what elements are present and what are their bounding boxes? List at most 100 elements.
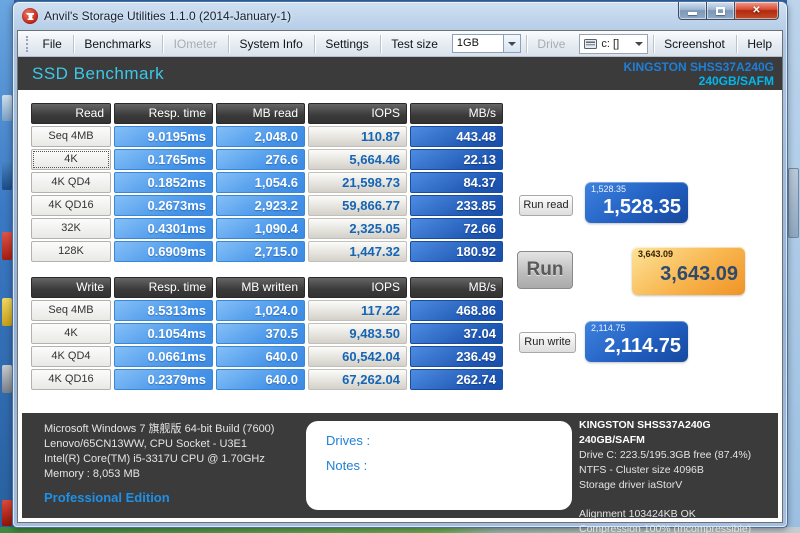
app-icon: [22, 8, 38, 24]
run-read-button[interactable]: Run read: [519, 195, 573, 216]
menu-settings[interactable]: Settings: [315, 32, 378, 56]
close-icon: ✕: [752, 5, 761, 16]
device-name: KINGSTON SHSS37A240G 240GB/SAFM: [624, 60, 775, 88]
device-model: KINGSTON SHSS37A240G: [623, 59, 775, 74]
menu-separator: [162, 34, 163, 53]
read-mb-cell: 1,090.4: [216, 218, 305, 239]
read-mbs-cell: 22.13: [410, 149, 503, 170]
minimize-icon: [688, 12, 697, 15]
mbs-col-header: MB/s: [410, 277, 503, 298]
read-resp-cell: 9.0195ms: [114, 126, 213, 147]
menu-help[interactable]: Help: [737, 32, 782, 56]
system-info-block: Microsoft Windows 7 旗舰版 64-bit Build (76…: [44, 422, 274, 482]
read-resp-cell: 0.1852ms: [114, 172, 213, 193]
background-window-fragment: [788, 168, 799, 238]
test-size-combo[interactable]: 1GB: [451, 34, 521, 53]
device-capacity: 240GB/SAFM: [698, 73, 774, 88]
menu-file[interactable]: File: [33, 32, 72, 56]
write-mbs-cell: 236.49: [410, 346, 503, 367]
write-row-label[interactable]: 4K QD4: [31, 346, 111, 367]
run-write-button[interactable]: Run write: [519, 332, 576, 353]
total-score-large: 3,643.09: [660, 263, 738, 285]
read-iops-cell: 21,598.73: [308, 172, 407, 193]
desktop-icon: [2, 298, 12, 326]
benchmark-header: SSD Benchmark KINGSTON SHSS37A240G 240GB…: [18, 57, 782, 90]
system-info-line: Intel(R) Core(TM) i5-3317U CPU @ 1.70GHz: [44, 453, 265, 465]
write-mb-cell: 370.5: [216, 323, 305, 344]
compression-line: Compression 100% (Incompressible): [579, 523, 752, 533]
drive-select[interactable]: c: []: [579, 33, 648, 54]
menu-screenshot[interactable]: Screenshot: [654, 32, 735, 56]
test-size-dropdown-button[interactable]: [503, 34, 521, 53]
read-score-large: 1,528.35: [603, 196, 681, 218]
write-mb-cell: 1,024.0: [216, 300, 305, 321]
iops-col-header: IOPS: [308, 103, 407, 124]
write-row-label[interactable]: Seq 4MB: [31, 300, 111, 321]
read-table: Read Resp. time MB read IOPS MB/s Seq 4M…: [31, 103, 503, 262]
total-score-small: 3,643.09: [638, 249, 674, 259]
write-mbs-cell: 37.04: [410, 323, 503, 344]
menu-system-info[interactable]: System Info: [229, 32, 312, 56]
write-table: Write Resp. time MB written IOPS MB/s Se…: [31, 277, 503, 390]
write-col-header: Write: [31, 277, 111, 298]
read-row-label[interactable]: 4K: [31, 149, 111, 170]
read-row-label[interactable]: 4K QD16: [31, 195, 111, 216]
read-mbs-cell: 443.48: [410, 126, 503, 147]
system-info-line: Lenovo/65CN13WW, CPU Socket - U3E1: [44, 438, 247, 450]
desktop-edge-right: [787, 0, 800, 527]
system-info-line: Memory : 8,053 MB: [44, 468, 140, 480]
menu-benchmarks[interactable]: Benchmarks: [74, 32, 161, 56]
maximize-button[interactable]: [707, 2, 734, 20]
read-score-box: 1,528.35 1,528.35: [585, 182, 688, 223]
run-button[interactable]: Run: [517, 251, 573, 289]
read-row-label[interactable]: 4K QD4: [31, 172, 111, 193]
mbs-col-header: MB/s: [410, 103, 503, 124]
write-resp-cell: 0.2379ms: [114, 369, 213, 390]
titlebar[interactable]: Anvil's Storage Utilities 1.1.0 (2014-Ja…: [13, 2, 787, 30]
drive-icon: [584, 38, 598, 49]
menu-separator: [227, 34, 229, 53]
window-title: Anvil's Storage Utilities 1.1.0 (2014-Ja…: [44, 9, 292, 23]
page-title: SSD Benchmark: [32, 63, 165, 83]
minimize-button[interactable]: [678, 2, 707, 20]
toolbar-grip[interactable]: [26, 35, 29, 52]
drive-info-line: Drive C: 223.5/195.3GB free (87.4%): [579, 449, 752, 461]
write-iops-cell: 9,483.50: [308, 323, 407, 344]
read-mbs-cell: 72.66: [410, 218, 503, 239]
read-resp-cell: 0.4301ms: [114, 218, 213, 239]
read-row-label[interactable]: 128K: [31, 241, 111, 262]
edition-label: Professional Edition: [44, 490, 170, 505]
read-row-label[interactable]: 32K: [31, 218, 111, 239]
write-iops-cell: 67,262.04: [308, 369, 407, 390]
test-size-value[interactable]: 1GB: [451, 34, 504, 53]
read-iops-cell: 2,325.05: [308, 218, 407, 239]
drive-info-block: KINGSTON SHSS37A240G 240GB/SAFM Drive C:…: [579, 418, 779, 533]
write-row-label[interactable]: 4K: [31, 323, 111, 344]
menu-separator: [525, 34, 527, 53]
desktop-icon: [2, 232, 12, 260]
read-row-label[interactable]: Seq 4MB: [31, 126, 111, 147]
desktop-edge-left: [0, 0, 14, 533]
test-size-label: Test size: [391, 36, 438, 51]
desktop-icon: [2, 95, 12, 121]
read-resp-cell: 0.1765ms: [114, 149, 213, 170]
app-window: Anvil's Storage Utilities 1.1.0 (2014-Ja…: [13, 2, 787, 533]
system-info-line: Microsoft Windows 7 旗舰版 64-bit Build (76…: [44, 423, 275, 435]
mb-read-col-header: MB read: [216, 103, 305, 124]
write-score-box: 2,114.75 2,114.75: [585, 321, 688, 362]
write-iops-cell: 117.22: [308, 300, 407, 321]
chevron-down-icon: [634, 41, 643, 46]
read-mb-cell: 2,048.0: [216, 126, 305, 147]
read-iops-cell: 59,866.77: [308, 195, 407, 216]
write-score-small: 2,114.75: [591, 323, 626, 333]
menu-separator: [379, 34, 381, 53]
drives-notes-box[interactable]: Drives : Notes :: [306, 421, 572, 510]
write-mbs-cell: 262.74: [410, 369, 503, 390]
read-iops-cell: 5,664.46: [308, 149, 407, 170]
read-mb-cell: 2,715.0: [216, 241, 305, 262]
close-button[interactable]: ✕: [734, 2, 779, 20]
write-row-label[interactable]: 4K QD16: [31, 369, 111, 390]
drives-label: Drives :: [326, 433, 371, 448]
menu-separator: [72, 34, 74, 53]
drive-label: Drive: [537, 36, 566, 51]
